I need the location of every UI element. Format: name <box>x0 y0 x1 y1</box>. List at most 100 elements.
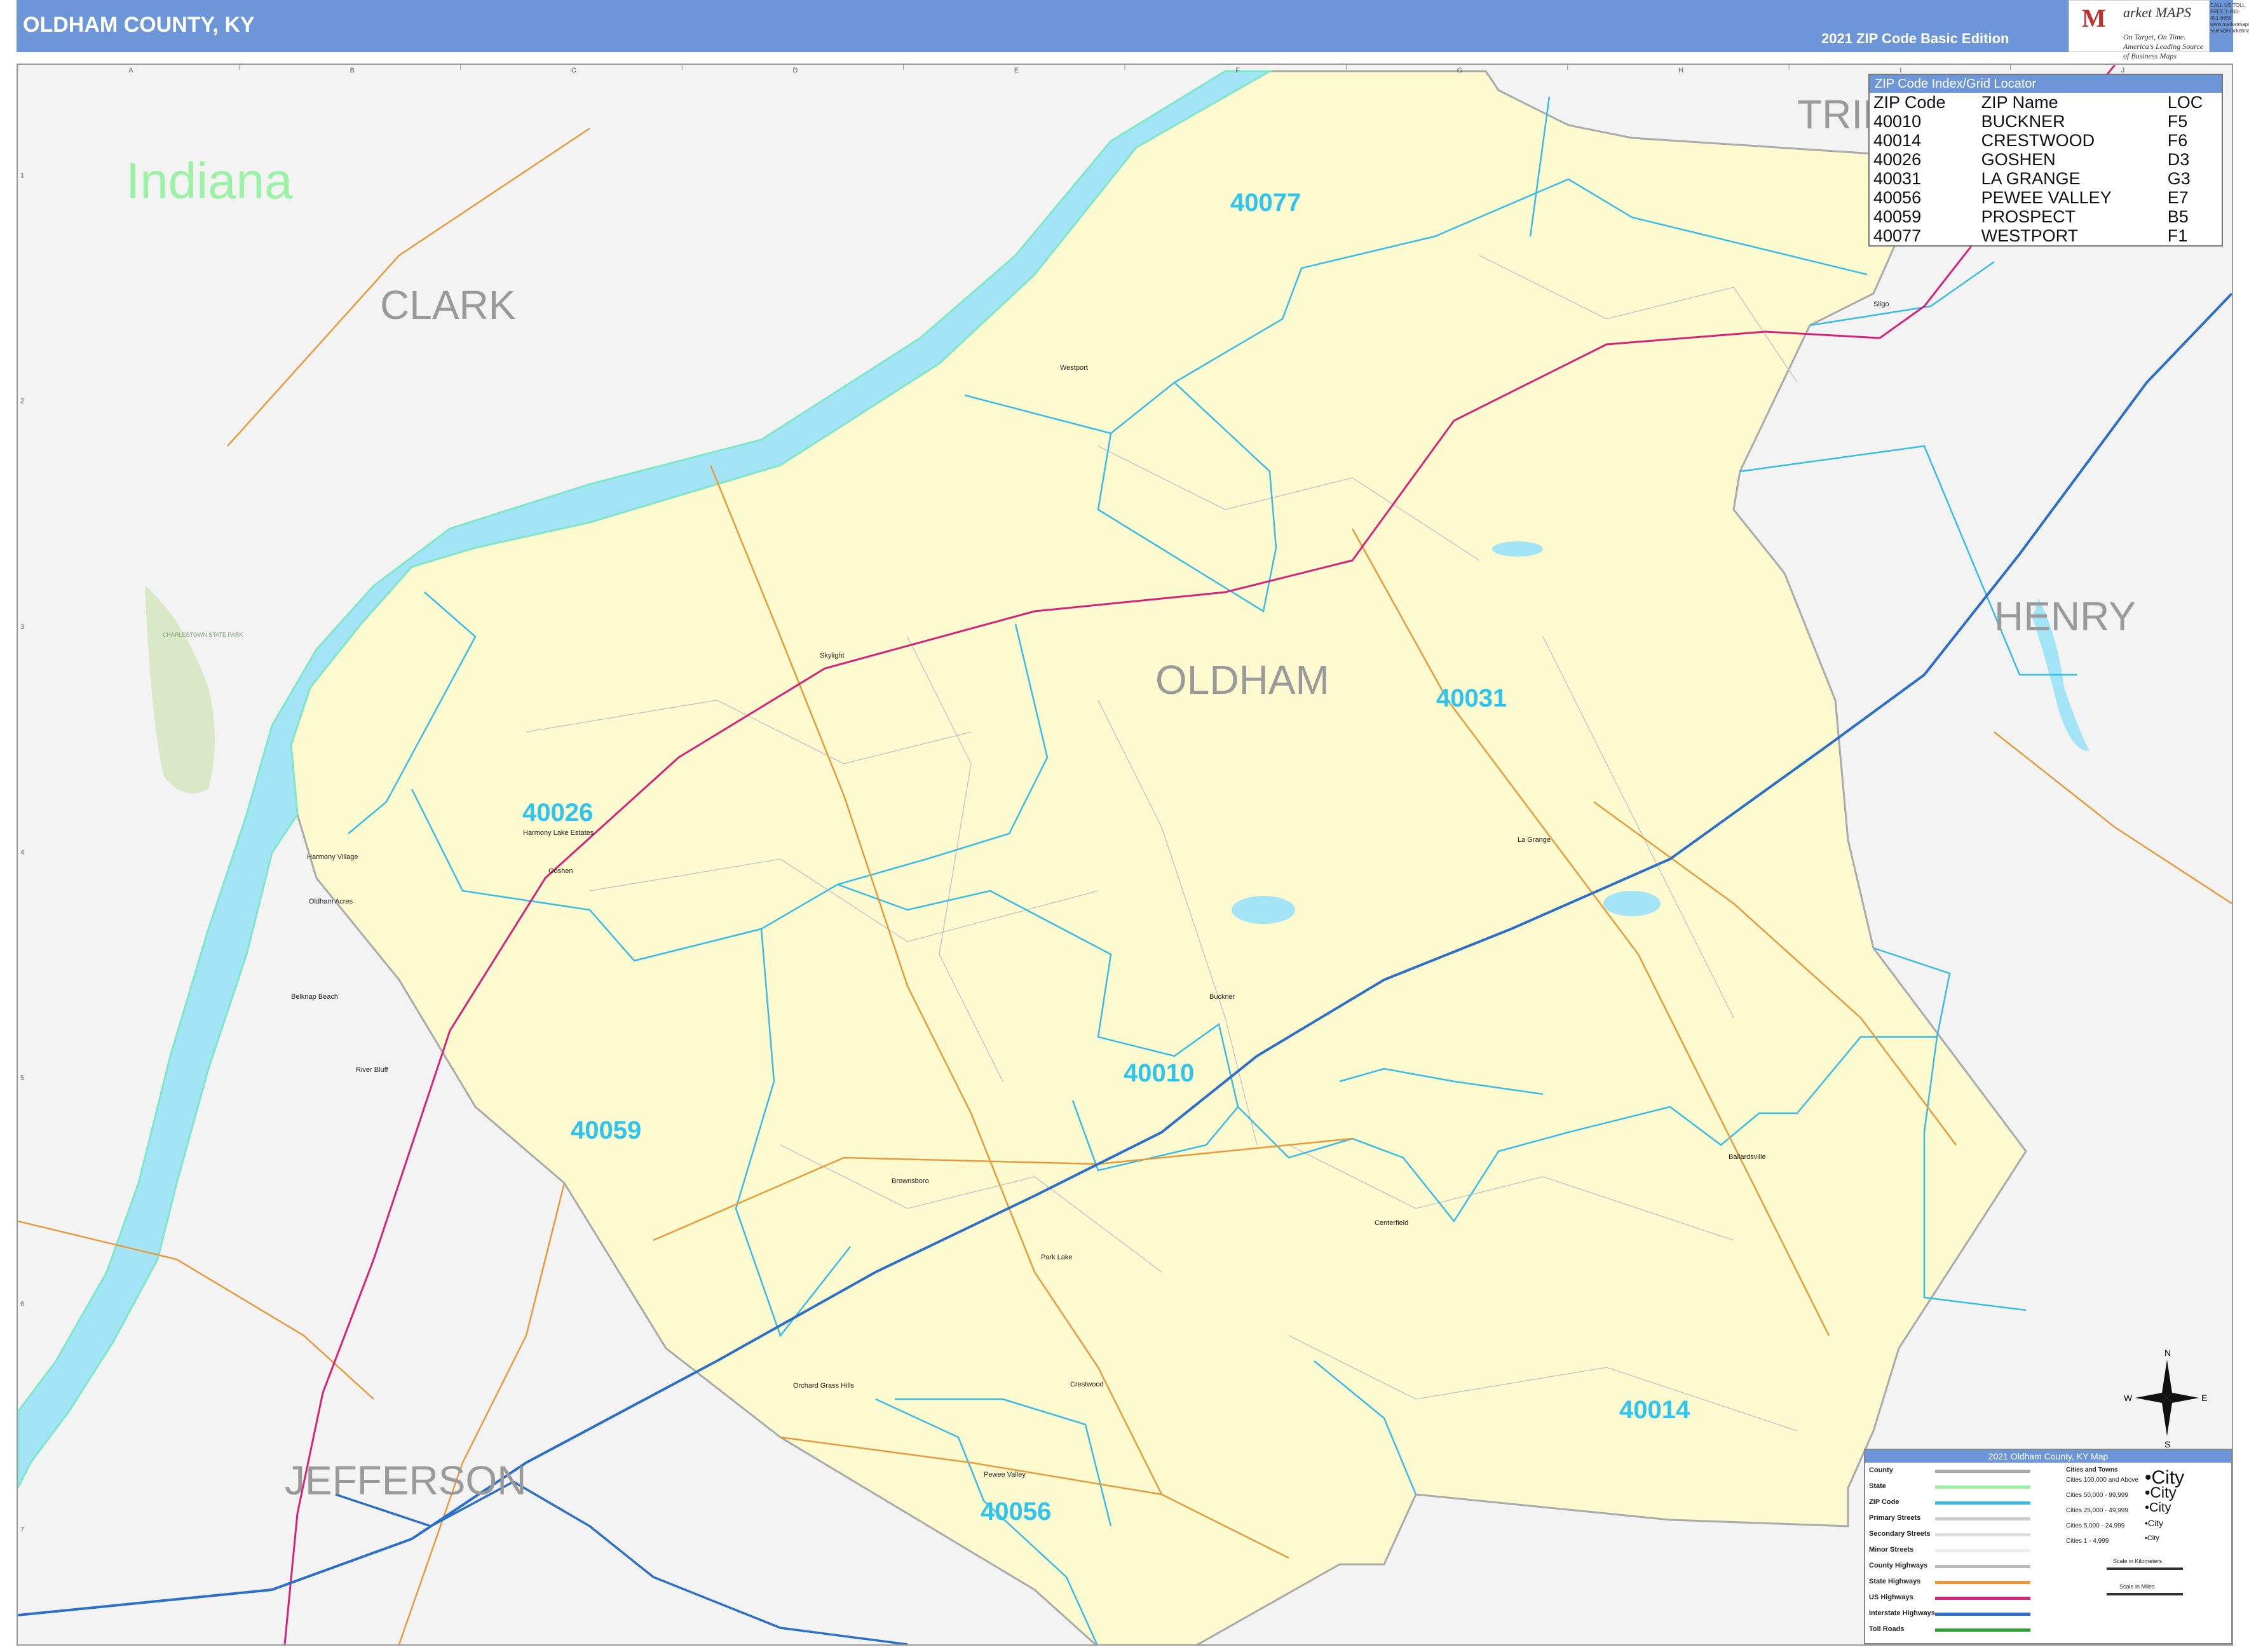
legend-city-sample: •City <box>2145 1484 2177 1501</box>
grid-col-label: G <box>1457 67 1463 74</box>
legend-city-label: Cities 25,000 - 49,999 <box>2066 1507 2128 1514</box>
legend-city-sample: •City <box>2145 1534 2159 1542</box>
place-goshen[interactable]: Goshen <box>548 867 573 875</box>
place-oldham-acres[interactable]: Oldham Acres <box>309 898 353 905</box>
legend-item-swatch <box>1935 1470 2030 1473</box>
legend-item-swatch <box>1935 1565 2030 1568</box>
place-ballardsville[interactable]: Ballardsville <box>1729 1153 1766 1161</box>
table-row[interactable]: 40077 WESTPORT F1 <box>1870 226 2222 245</box>
zip-loc-cell: D3 <box>2167 150 2190 169</box>
zip-code-cell: 40077 <box>1873 226 1922 245</box>
brand-logo-mark: M <box>2082 4 2106 32</box>
compass-w: W <box>2124 1393 2133 1403</box>
zip-index-title: ZIP Code Index/Grid Locator <box>1870 75 2222 93</box>
legend-item-label: State Highways <box>1869 1578 1921 1585</box>
zip-label-40026[interactable]: 40026 <box>522 799 593 827</box>
place-buckner[interactable]: Buckner <box>1209 993 1235 1001</box>
zip-code-cell: 40056 <box>1873 188 1922 207</box>
header-bar: OLDHAM COUNTY, KY 2021 ZIP Code Basic Ed… <box>17 0 2233 52</box>
grid-col-label: B <box>350 67 355 74</box>
grid-row-label: 2 <box>20 398 24 405</box>
grid-row-label: 3 <box>20 623 24 631</box>
zip-label-40056[interactable]: 40056 <box>981 1498 1051 1526</box>
place-westport[interactable]: Westport <box>1060 364 1088 372</box>
zip-name-cell: CRESTWOOD <box>1981 131 2095 150</box>
legend-city-sample: •City <box>2145 1518 2164 1528</box>
zip-label-40014[interactable]: 40014 <box>1619 1396 1690 1424</box>
place-harmony-lake[interactable]: Harmony Lake Estates <box>523 829 594 837</box>
table-row[interactable]: 40059 PROSPECT B5 <box>1870 207 2222 226</box>
lake <box>1232 896 1295 924</box>
zip-code-cell: 40026 <box>1873 150 1922 169</box>
grid-row-label: 6 <box>20 1300 24 1308</box>
legend-city-sample: •City <box>2145 1501 2171 1515</box>
zip-index-col-name: ZIP Name <box>1981 93 2058 112</box>
place-belknap[interactable]: Belknap Beach <box>291 993 338 1001</box>
legend-city-label: Cities 1 - 4,999 <box>2066 1538 2109 1545</box>
grid-row-label: 5 <box>20 1074 24 1082</box>
compass-rose-icon: N S E W <box>2124 1348 2207 1449</box>
zip-label-40077[interactable]: 40077 <box>1230 189 1301 217</box>
legend-item-label: Minor Streets <box>1869 1546 1914 1554</box>
table-row[interactable]: 40010 BUCKNER F5 <box>1870 112 2222 131</box>
zip-code-cell: 40010 <box>1873 112 1922 131</box>
lake <box>1603 891 1661 916</box>
legend-city-label: Cities 100,000 and Above <box>2066 1477 2138 1484</box>
table-row[interactable]: 40056 PEWEE VALLEY E7 <box>1870 188 2222 207</box>
legend-item-label: Primary Streets <box>1869 1514 1921 1522</box>
legend-scale-km: Scale in Kilometers <box>2113 1558 2163 1564</box>
place-pewee-valley[interactable]: Pewee Valley <box>984 1471 1026 1479</box>
legend-city-label: Cities 5,000 - 24,999 <box>2066 1522 2125 1529</box>
grid-col-label: H <box>1678 67 1683 74</box>
place-la-grange[interactable]: La Grange <box>1518 836 1551 844</box>
place-orchard-grass[interactable]: Orchard Grass Hills <box>793 1382 854 1390</box>
table-row[interactable]: 40014 CRESTWOOD F6 <box>1870 131 2222 150</box>
legend-item-label: US Highways <box>1869 1594 1913 1601</box>
place-harmony-village[interactable]: Harmony Village <box>307 853 358 861</box>
place-river-bluff[interactable]: River Bluff <box>356 1066 388 1074</box>
legend-scale-mi: Scale in Miles <box>2119 1583 2155 1590</box>
place-crestwood[interactable]: Crestwood <box>1070 1381 1104 1388</box>
brand-logo-box[interactable]: M arket MAPS On Target, On Time. America… <box>2069 0 2210 60</box>
compass-n: N <box>2164 1348 2171 1358</box>
zip-loc-cell: B5 <box>2167 207 2189 226</box>
brand-tagline: On Target, On Time. America's Leading So… <box>2123 32 2204 60</box>
state-label-indiana: Indiana <box>126 152 293 209</box>
zip-name-cell: LA GRANGE <box>1981 169 2081 188</box>
zip-code-cell: 40031 <box>1873 169 1922 188</box>
zip-index-panel: ZIP Code Index/Grid Locator ZIP Code ZIP… <box>1868 74 2223 247</box>
zip-loc-cell: F1 <box>2167 226 2188 245</box>
legend-item-swatch <box>1935 1581 2030 1584</box>
brand-name: arket MAPS <box>2123 4 2191 20</box>
grid-col-label: D <box>792 67 798 74</box>
legend-item-swatch <box>1935 1628 2030 1632</box>
place-park-lake[interactable]: Park Lake <box>1041 1254 1073 1261</box>
legend-item-swatch <box>1935 1613 2030 1616</box>
zip-name-cell: WESTPORT <box>1981 226 2079 245</box>
place-skylight[interactable]: Skylight <box>820 652 845 660</box>
zip-label-40010[interactable]: 40010 <box>1124 1059 1194 1087</box>
map-canvas[interactable]: ABCDEFGHIJ 1234567 Indiana CLARK TRIM HE… <box>18 65 2232 1644</box>
scale-bar-km <box>2107 1567 2183 1570</box>
legend-item-label: County Highways <box>1869 1562 1928 1569</box>
grid-row-label: 4 <box>20 849 24 856</box>
grid-col-label: E <box>1014 67 1019 74</box>
edition-label: 2021 ZIP Code Basic Edition <box>1821 30 2009 46</box>
zip-label-40031[interactable]: 40031 <box>1436 684 1507 712</box>
grid-row-label: 1 <box>20 172 24 180</box>
place-centerfield[interactable]: Centerfield <box>1375 1219 1408 1227</box>
place-sligo[interactable]: Sligo <box>1873 301 1889 308</box>
grid-col-label: A <box>128 67 133 74</box>
legend-item-label: County <box>1869 1466 1893 1474</box>
table-row[interactable]: 40031 LA GRANGE G3 <box>1870 169 2222 188</box>
legend-item-label: Interstate Highways <box>1869 1609 1935 1617</box>
place-brownsboro[interactable]: Brownsboro <box>892 1177 929 1185</box>
legend-item-swatch <box>1935 1501 2030 1505</box>
zip-name-cell: BUCKNER <box>1981 112 2065 131</box>
map-frame[interactable]: ABCDEFGHIJ 1234567 Indiana CLARK TRIM HE… <box>17 64 2233 1646</box>
zip-code-cell: 40059 <box>1873 207 1922 226</box>
zip-label-40059[interactable]: 40059 <box>571 1116 641 1144</box>
legend-item-label: Toll Roads <box>1869 1625 1905 1633</box>
legend-cities-header: Cities and Towns <box>2066 1466 2118 1473</box>
table-row[interactable]: 40026 GOSHEN D3 <box>1870 150 2222 169</box>
